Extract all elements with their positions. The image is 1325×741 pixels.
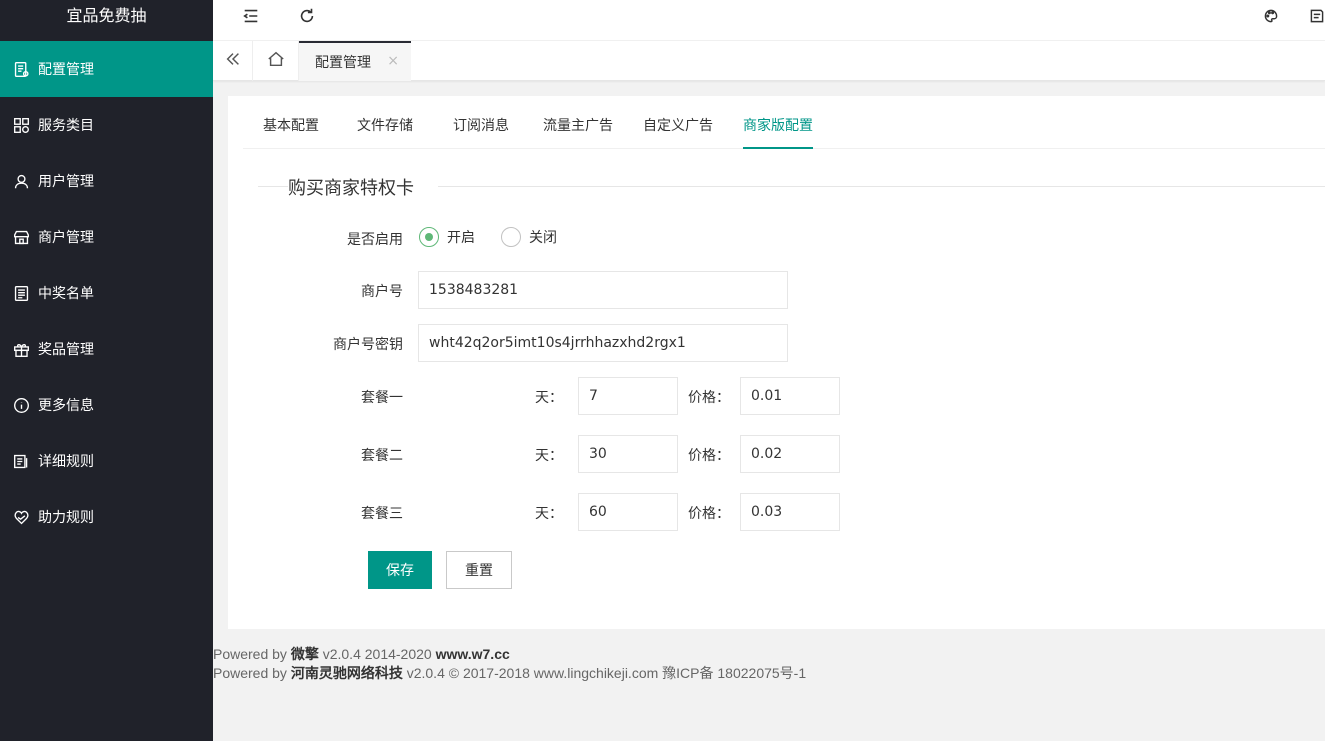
footer-brand: 河南灵驰网络科技 <box>290 665 403 681</box>
price-label: 价格： <box>688 506 730 522</box>
menu-fold-button[interactable] <box>237 6 265 30</box>
package-2-label: 套餐二 <box>361 448 403 464</box>
grid-apps-icon <box>12 116 30 134</box>
list-doc-icon <box>12 284 30 302</box>
footer: Powered by 微擎 v2.0.4 2014-2020 www.w7.cc… <box>213 645 806 683</box>
theme-button[interactable] <box>1257 6 1285 30</box>
sidebar-item-config[interactable]: 配置管理 <box>0 41 213 97</box>
subtab-custom-ads[interactable]: 自定义广告 <box>643 108 713 149</box>
footer-brand: 微擎 <box>290 646 319 662</box>
radio-label: 关闭 <box>529 230 557 246</box>
merchant-key-label: 商户号密钥 <box>333 337 403 353</box>
footer-line-1: Powered by 微擎 v2.0.4 2014-2020 www.w7.cc <box>213 645 806 664</box>
price-label: 价格： <box>688 390 730 406</box>
days-label: 天： <box>535 506 563 522</box>
subtab-merchant-config[interactable]: 商家版配置 <box>743 108 813 149</box>
close-icon[interactable]: × <box>387 53 399 69</box>
price-label: 价格： <box>688 448 730 464</box>
note-button[interactable] <box>1309 6 1325 30</box>
store-icon <box>12 228 30 246</box>
menu-fold-icon <box>242 7 260 29</box>
content-card: 基本配置 文件存储 订阅消息 流量主广告 自定义广告 商家版配置 购买商家特权卡… <box>228 96 1325 629</box>
subtab-basic-config[interactable]: 基本配置 <box>263 108 319 149</box>
footer-line-2: Powered by 河南灵驰网络科技 v2.0.4 © 2017-2018 w… <box>213 664 806 683</box>
config-subtabs: 基本配置 文件存储 订阅消息 流量主广告 自定义广告 商家版配置 <box>243 108 1325 149</box>
sidebar-item-more-info[interactable]: 更多信息 <box>0 377 213 433</box>
footer-text: v2.0.4 2014-2020 <box>322 646 432 662</box>
package-3-days-input[interactable] <box>578 493 678 531</box>
radio-circle <box>419 227 439 247</box>
sidebar-item-users[interactable]: 用户管理 <box>0 153 213 209</box>
double-chevron-left-icon <box>224 50 242 72</box>
days-label: 天： <box>535 448 563 464</box>
enable-label: 是否启用 <box>347 232 403 248</box>
package-2-days-input[interactable] <box>578 435 678 473</box>
sidebar-item-service-category[interactable]: 服务类目 <box>0 97 213 153</box>
tab-config-management[interactable]: 配置管理 × <box>299 41 411 81</box>
sidebar-item-label: 服务类目 <box>38 118 94 134</box>
page-tabbar: 配置管理 × <box>213 41 1325 81</box>
reset-button[interactable]: 重置 <box>446 551 512 589</box>
info-icon <box>12 396 30 414</box>
tabbar-scroll-left-button[interactable] <box>213 41 253 81</box>
user-icon <box>12 172 30 190</box>
sidebar-item-detail-rules[interactable]: 详细规则 <box>0 433 213 489</box>
refresh-button[interactable] <box>293 6 321 30</box>
sidebar-item-label: 更多信息 <box>38 398 94 414</box>
sidebar-item-label: 中奖名单 <box>38 286 94 302</box>
footer-text: Powered by <box>213 665 287 681</box>
radio-label: 开启 <box>447 230 475 246</box>
package-3-label: 套餐三 <box>361 506 403 522</box>
package-1-price-input[interactable] <box>740 377 840 415</box>
package-3-price-input[interactable] <box>740 493 840 531</box>
merchant-id-input[interactable] <box>418 271 788 309</box>
sidebar-item-label: 助力规则 <box>38 510 94 526</box>
subtab-subscribe-message[interactable]: 订阅消息 <box>453 108 509 149</box>
footer-text: Powered by <box>213 646 287 662</box>
package-1-label: 套餐一 <box>361 390 403 406</box>
tabbar-home-button[interactable] <box>253 41 299 81</box>
sidebar-item-assist-rules[interactable]: 助力规则 <box>0 489 213 545</box>
legend-divider <box>438 186 1325 187</box>
enable-off-radio[interactable]: 关闭 <box>501 227 557 247</box>
home-icon <box>267 50 285 72</box>
merchant-id-label: 商户号 <box>361 284 403 300</box>
package-2-price-input[interactable] <box>740 435 840 473</box>
footer-text: v2.0.4 © 2017-2018 www.lingchikeji.com 豫… <box>406 665 807 681</box>
package-1-days-input[interactable] <box>578 377 678 415</box>
app-logo-title: 宜品免费抽 <box>0 0 213 41</box>
rules-icon <box>12 452 30 470</box>
sidebar-item-label: 详细规则 <box>38 454 94 470</box>
sidebar: 宜品免费抽 配置管理 服务类目 用户管理 商户管理 中奖名单 奖品管理 更多信息… <box>0 0 213 741</box>
top-header <box>213 0 1325 41</box>
sidebar-item-merchants[interactable]: 商户管理 <box>0 209 213 265</box>
sidebar-item-prizes[interactable]: 奖品管理 <box>0 321 213 377</box>
sidebar-item-label: 配置管理 <box>38 62 94 78</box>
sidebar-item-label: 奖品管理 <box>38 342 94 358</box>
footer-site-link[interactable]: www.w7.cc <box>436 646 510 662</box>
subtab-file-storage[interactable]: 文件存储 <box>357 108 413 149</box>
refresh-icon <box>298 7 316 29</box>
radio-circle <box>501 227 521 247</box>
subtab-traffic-ads[interactable]: 流量主广告 <box>543 108 613 149</box>
sidebar-item-winners[interactable]: 中奖名单 <box>0 265 213 321</box>
enable-on-radio[interactable]: 开启 <box>419 227 475 247</box>
gift-icon <box>12 340 30 358</box>
tab-label: 配置管理 <box>315 55 371 71</box>
sidebar-item-label: 用户管理 <box>38 174 94 190</box>
heart-hands-icon <box>12 508 30 526</box>
save-button[interactable]: 保存 <box>368 551 432 589</box>
days-label: 天： <box>535 390 563 406</box>
note-icon <box>1309 8 1325 28</box>
palette-icon <box>1263 8 1279 28</box>
merchant-key-input[interactable] <box>418 324 788 362</box>
section-title: 购买商家特权卡 <box>288 174 424 200</box>
config-doc-icon <box>12 60 30 78</box>
sidebar-item-label: 商户管理 <box>38 230 94 246</box>
